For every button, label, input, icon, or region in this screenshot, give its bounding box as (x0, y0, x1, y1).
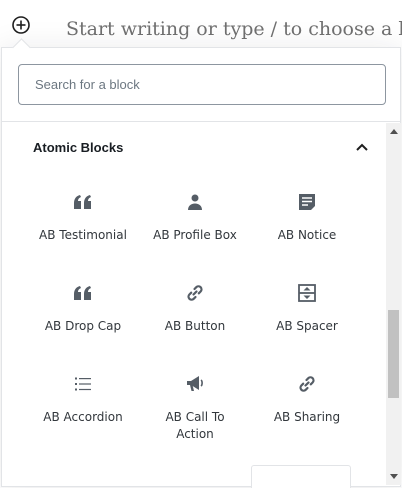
block-label: AB Sharing (273, 410, 341, 424)
block-item-drop-cap[interactable]: AB Drop Cap (27, 267, 139, 358)
scrollbar[interactable] (386, 123, 401, 485)
panel-toggle[interactable]: Atomic Blocks (2, 123, 385, 171)
scrollbar-thumb[interactable] (388, 310, 399, 398)
block-item-spacer[interactable]: AB Spacer (251, 267, 363, 358)
block-label: AB Button (164, 319, 226, 333)
block-label: AB Notice (277, 228, 337, 242)
plus-circle-icon (12, 16, 30, 34)
add-block-button[interactable] (10, 14, 32, 36)
block-label: AB Accordion (43, 410, 123, 424)
block-item-notice[interactable]: AB Notice (251, 176, 363, 267)
block-label: AB Drop Cap (44, 319, 122, 333)
quote-icon (71, 190, 95, 214)
atomic-blocks-panel: Atomic Blocks AB Testimonial AB Profile … (2, 123, 385, 488)
block-inserter-popover: Atomic Blocks AB Testimonial AB Profile … (1, 47, 401, 488)
notice-icon (295, 190, 319, 214)
block-item-accordion[interactable]: AB Accordion (27, 358, 139, 449)
block-item-testimonial[interactable]: AB Testimonial (27, 176, 139, 267)
link-icon (295, 372, 319, 396)
link-icon (183, 281, 207, 305)
block-item-sharing[interactable]: AB Sharing (251, 358, 363, 449)
spacer-icon (295, 281, 319, 305)
block-label: AB Spacer (276, 319, 338, 333)
block-item-call-to-action[interactable]: AB Call To Action (139, 358, 251, 449)
scroll-down-arrow-icon[interactable] (390, 474, 398, 479)
person-icon (183, 190, 207, 214)
editor-placeholder[interactable]: Start writing or type / to choose a bloc… (66, 18, 402, 40)
megaphone-icon (183, 372, 207, 396)
block-label: AB Call To Action (165, 410, 225, 441)
list-icon (71, 372, 95, 396)
panel-title: Atomic Blocks (33, 139, 124, 155)
block-search-input[interactable] (18, 64, 386, 105)
block-grid: AB Testimonial AB Profile Box AB Notice (27, 176, 363, 449)
block-label: AB Profile Box (153, 228, 237, 242)
quote-icon (71, 281, 95, 305)
chevron-up-icon (355, 140, 369, 154)
block-item-button[interactable]: AB Button (139, 267, 251, 358)
block-label: AB Testimonial (39, 228, 127, 242)
search-section (2, 48, 400, 122)
block-item-profile-box[interactable]: AB Profile Box (139, 176, 251, 267)
scroll-up-arrow-icon[interactable] (390, 129, 398, 134)
next-panel-edge (251, 465, 351, 488)
